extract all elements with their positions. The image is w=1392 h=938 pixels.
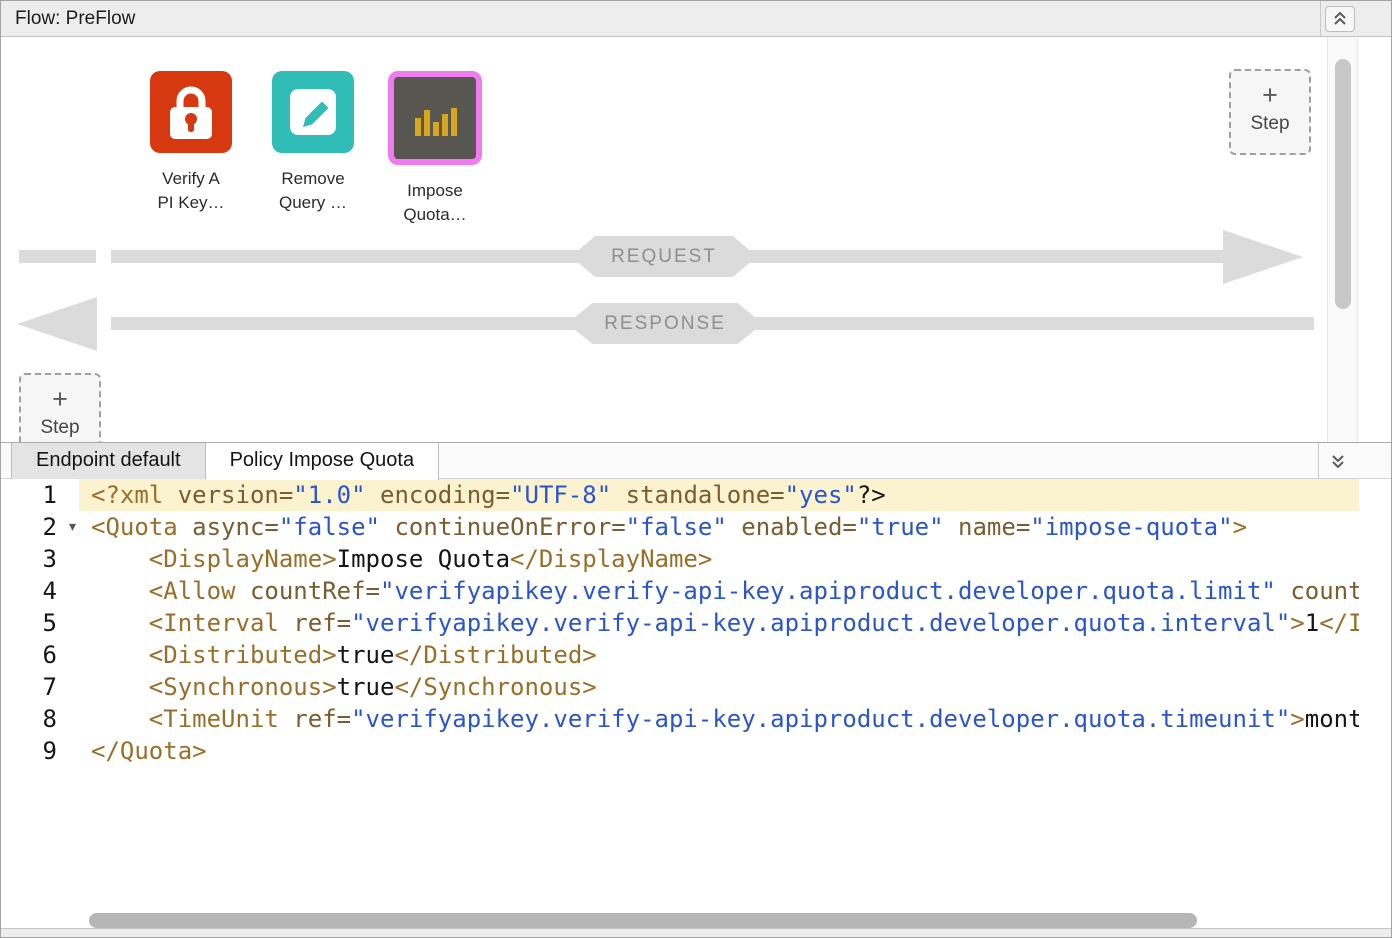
plus-icon: + bbox=[21, 385, 99, 413]
editor-tab-bar: Endpoint default Policy Impose Quota bbox=[1, 442, 1391, 479]
tab-endpoint-default[interactable]: Endpoint default bbox=[11, 443, 206, 479]
request-arrowhead-icon bbox=[1223, 230, 1303, 284]
policy-icon-box-selected[interactable] bbox=[388, 71, 482, 165]
flow-canvas: Verify A PI Key… Remove Query … bbox=[1, 37, 1391, 442]
line-number: 3 bbox=[43, 545, 57, 573]
code-text: <?xml version="1.0" encoding="UTF-8" sta… bbox=[79, 479, 1359, 511]
code-line[interactable]: 1 <?xml version="1.0" encoding="UTF-8" s… bbox=[1, 479, 1359, 511]
line-number: 7 bbox=[43, 673, 57, 701]
code-text: <Allow countRef="verifyapikey.verify-api… bbox=[79, 575, 1359, 607]
apigee-flow-editor-window: Flow: PreFlow Veri bbox=[0, 0, 1392, 938]
chevron-double-up-icon bbox=[1333, 11, 1347, 27]
fold-marker[interactable]: ▾ bbox=[69, 511, 76, 543]
code-line[interactable]: 7 <Synchronous>true</Synchronous> bbox=[1, 671, 1359, 703]
line-gutter: 8 bbox=[1, 703, 79, 735]
code-line[interactable]: 3 <DisplayName>Impose Quota</DisplayName… bbox=[1, 543, 1359, 575]
flow-title: Flow: PreFlow bbox=[15, 1, 135, 36]
tab-policy-impose-quota[interactable]: Policy Impose Quota bbox=[206, 443, 440, 480]
code-text: <Interval ref="verifyapikey.verify-api-k… bbox=[79, 607, 1359, 639]
line-number: 4 bbox=[43, 577, 57, 605]
collapse-editor-button[interactable] bbox=[1323, 448, 1353, 474]
line-gutter: 9 bbox=[1, 735, 79, 767]
pencil-icon bbox=[273, 72, 353, 152]
code-lines: 1 <?xml version="1.0" encoding="UTF-8" s… bbox=[1, 479, 1359, 767]
collapse-flow-button[interactable] bbox=[1325, 6, 1355, 32]
plus-icon: + bbox=[1231, 81, 1309, 109]
add-step-button-bottom-left[interactable]: + Step bbox=[19, 373, 101, 442]
line-gutter: 5 bbox=[1, 607, 79, 639]
code-text: <Synchronous>true</Synchronous> bbox=[79, 671, 1359, 703]
policy-remove-query-param[interactable]: Remove Query … bbox=[265, 71, 361, 215]
policy-icon-box[interactable] bbox=[150, 71, 232, 153]
lock-icon bbox=[151, 72, 231, 152]
response-arrow-label: RESPONSE bbox=[567, 303, 763, 344]
code-text: </Quota> bbox=[79, 735, 1359, 767]
line-number: 1 bbox=[43, 481, 57, 509]
line-number: 6 bbox=[43, 641, 57, 669]
chevron-double-down-icon bbox=[1331, 453, 1345, 469]
flow-vertical-scrollbar[interactable] bbox=[1327, 37, 1358, 442]
window-bottom-scrollbar-track[interactable] bbox=[1, 928, 1391, 937]
policy-verify-api-key[interactable]: Verify A PI Key… bbox=[143, 71, 239, 215]
line-gutter: 1 bbox=[1, 479, 79, 511]
line-number: 2 bbox=[43, 513, 57, 541]
code-text: <TimeUnit ref="verifyapikey.verify-api-k… bbox=[79, 703, 1359, 735]
add-step-button-top-right[interactable]: + Step bbox=[1229, 69, 1311, 155]
flow-vertical-scrollbar-thumb[interactable] bbox=[1335, 59, 1351, 309]
policy-impose-quota[interactable]: Impose Quota… bbox=[387, 71, 483, 227]
code-text: <Quota async="false" continueOnError="fa… bbox=[79, 511, 1359, 543]
line-number: 8 bbox=[43, 705, 57, 733]
request-arrow-segment bbox=[19, 250, 96, 263]
policy-label: Impose Quota… bbox=[403, 179, 466, 227]
line-gutter: 7 bbox=[1, 671, 79, 703]
policy-icon-box[interactable] bbox=[272, 71, 354, 153]
policy-list: Verify A PI Key… Remove Query … bbox=[143, 71, 483, 227]
header-divider bbox=[1320, 1, 1321, 36]
code-line[interactable]: 4 <Allow countRef="verifyapikey.verify-a… bbox=[1, 575, 1359, 607]
policy-label: Verify A PI Key… bbox=[157, 167, 224, 215]
line-gutter: 6 bbox=[1, 639, 79, 671]
quota-bars-icon bbox=[395, 78, 475, 158]
tab-bar-divider bbox=[1318, 443, 1319, 479]
line-gutter: 2 ▾ bbox=[1, 511, 79, 543]
code-line[interactable]: 6 <Distributed>true</Distributed> bbox=[1, 639, 1359, 671]
code-line[interactable]: 9 </Quota> bbox=[1, 735, 1359, 767]
line-gutter: 4 bbox=[1, 575, 79, 607]
editor-horizontal-scrollbar-thumb[interactable] bbox=[89, 913, 1197, 928]
code-editor[interactable]: 1 <?xml version="1.0" encoding="UTF-8" s… bbox=[1, 479, 1359, 938]
request-arrow-label: REQUEST bbox=[571, 236, 757, 277]
response-arrowhead-icon bbox=[17, 297, 97, 351]
line-gutter: 3 bbox=[1, 543, 79, 575]
line-number: 5 bbox=[43, 609, 57, 637]
code-text: <DisplayName>Impose Quota</DisplayName> bbox=[79, 543, 1359, 575]
code-line[interactable]: 2 ▾ <Quota async="false" continueOnError… bbox=[1, 511, 1359, 543]
code-text: <Distributed>true</Distributed> bbox=[79, 639, 1359, 671]
policy-label: Remove Query … bbox=[279, 167, 347, 215]
code-line[interactable]: 8 <TimeUnit ref="verifyapikey.verify-api… bbox=[1, 703, 1359, 735]
flow-header-bar: Flow: PreFlow bbox=[1, 1, 1391, 37]
line-number: 9 bbox=[43, 737, 57, 765]
code-line[interactable]: 5 <Interval ref="verifyapikey.verify-api… bbox=[1, 607, 1359, 639]
